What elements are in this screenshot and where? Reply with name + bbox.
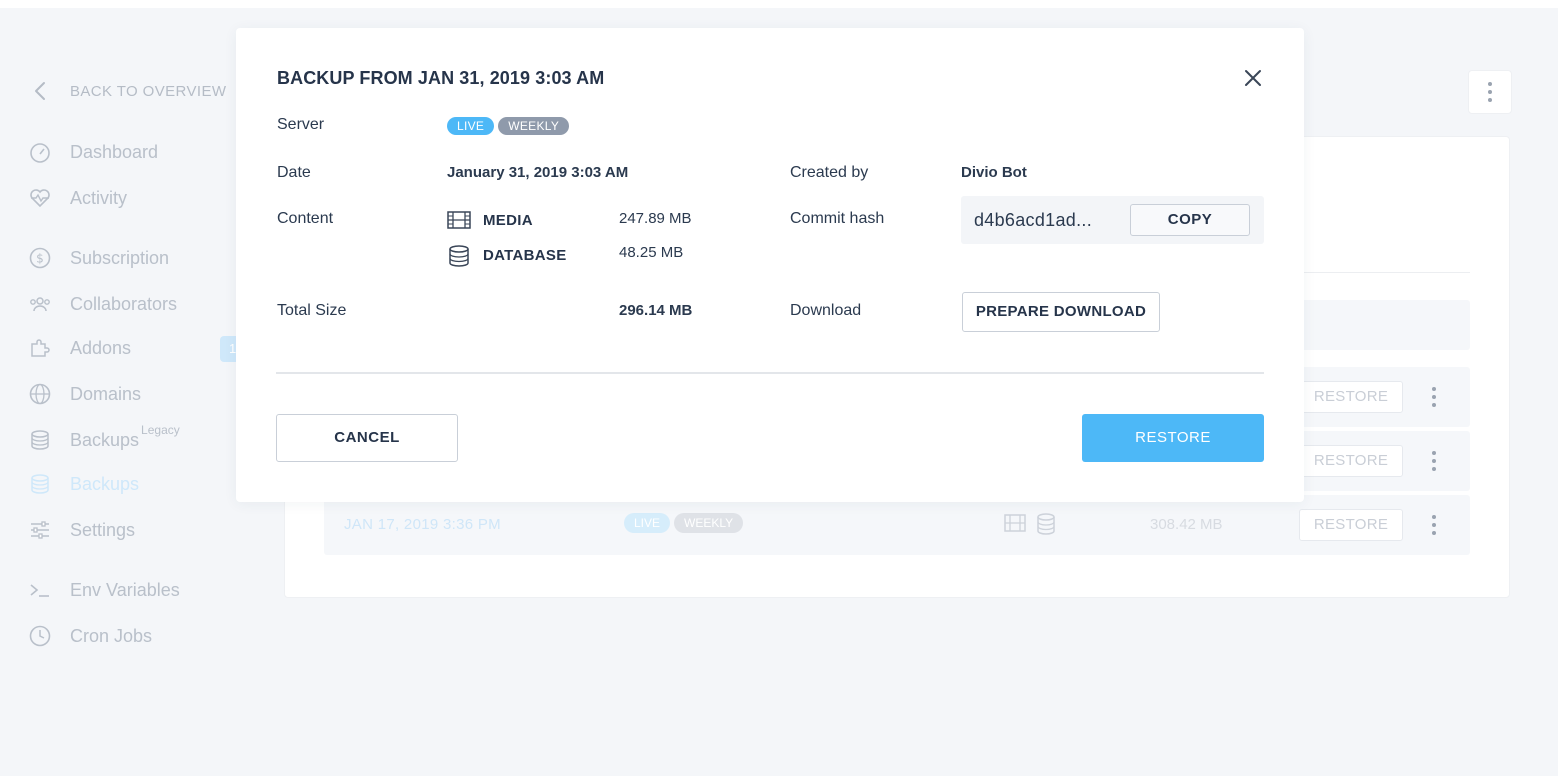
- date-label: Date: [277, 164, 311, 181]
- sidebar-item-dashboard[interactable]: Dashboard: [28, 140, 158, 164]
- sidebar-item-addons[interactable]: Addons: [28, 336, 131, 360]
- restore-button[interactable]: RESTORE: [1082, 414, 1264, 462]
- row-menu-button[interactable]: [1428, 383, 1440, 411]
- row-restore-button[interactable]: RESTORE: [1299, 445, 1403, 477]
- database-icon: [28, 428, 52, 452]
- cancel-button[interactable]: CANCEL: [276, 414, 458, 462]
- close-icon[interactable]: [1242, 67, 1264, 89]
- people-icon: [28, 292, 52, 316]
- sliders-icon: [28, 518, 52, 542]
- sidebar-item-subscription[interactable]: $ Subscription: [28, 246, 169, 270]
- schedule-weekly-tag: WEEKLY: [498, 117, 570, 135]
- server-label: Server: [277, 116, 325, 133]
- prepare-download-button[interactable]: PREPARE DOWNLOAD: [962, 292, 1160, 332]
- heartbeat-icon: [28, 186, 52, 210]
- database-item: DATABASE: [447, 244, 567, 267]
- row-restore-button[interactable]: RESTORE: [1299, 381, 1403, 413]
- database-size: 48.25 MB: [619, 244, 684, 261]
- media-label: MEDIA: [483, 211, 533, 229]
- svg-text:$: $: [36, 252, 44, 266]
- dollar-icon: $: [28, 246, 52, 270]
- row-restore-button[interactable]: RESTORE: [1299, 509, 1403, 541]
- copy-button[interactable]: COPY: [1130, 204, 1250, 236]
- speedometer-icon: [28, 140, 52, 164]
- row-menu-button[interactable]: [1428, 511, 1440, 539]
- server-tag: LIVE: [624, 513, 671, 533]
- schedule-tag: WEEKLY: [674, 513, 744, 533]
- total-size-value: 296.14 MB: [619, 302, 693, 319]
- globe-icon: [28, 382, 52, 406]
- sidebar-item-label: Collaborators: [70, 293, 178, 314]
- media-item: MEDIA: [447, 209, 533, 231]
- server-live-tag: LIVE: [447, 117, 495, 135]
- sidebar-item-label: Addons: [70, 337, 132, 358]
- kebab-icon: [1488, 82, 1492, 102]
- content-label: Content: [277, 210, 334, 227]
- commit-hash-label: Commit hash: [790, 210, 885, 227]
- backup-detail-modal: BACKUP FROM JAN 31, 2019 3:03 AM Server …: [236, 28, 1304, 502]
- created-by-value: Divio Bot: [961, 164, 1027, 181]
- database-label: DATABASE: [483, 246, 567, 264]
- sidebar-item-label: Settings: [70, 519, 136, 540]
- back-to-overview-link[interactable]: BACK TO OVERVIEW: [30, 80, 226, 102]
- legacy-superscript: Legacy: [141, 423, 180, 437]
- sidebar-item-backups-legacy[interactable]: Backups Legacy: [28, 423, 180, 452]
- commit-hash-value: d4b6acd1ad...: [974, 210, 1092, 230]
- table-row: JAN 17, 2019 3:36 PM LIVE WEEKLY 308.42 …: [324, 495, 1470, 555]
- total-size-label: Total Size: [277, 302, 347, 319]
- database-icon: [28, 472, 52, 496]
- sidebar-item-label: Dashboard: [70, 141, 159, 162]
- sidebar-item-label: Domains: [70, 383, 142, 404]
- created-by-label: Created by: [790, 164, 869, 181]
- row-date[interactable]: JAN 17, 2019 3:36 PM: [344, 516, 501, 533]
- film-icon: [447, 209, 471, 231]
- sidebar-item-cron-jobs[interactable]: Cron Jobs: [28, 624, 152, 648]
- sidebar-item-domains[interactable]: Domains: [28, 382, 141, 406]
- modal-title: BACKUP FROM JAN 31, 2019 3:03 AM: [277, 68, 605, 88]
- sidebar-item-settings[interactable]: Settings: [28, 518, 135, 542]
- commit-hash-box: d4b6acd1ad... COPY: [961, 196, 1264, 244]
- chevron-left-icon: [35, 82, 45, 100]
- sidebar-item-label: Activity: [70, 187, 128, 208]
- film-icon: [1004, 514, 1026, 532]
- puzzle-icon: [28, 336, 52, 360]
- database-icon: [447, 244, 471, 267]
- sidebar-item-label: Backups: [70, 429, 140, 450]
- row-size: 308.42 MB: [1150, 516, 1223, 533]
- sidebar: BACK TO OVERVIEW Dashboard Activity $ Su…: [0, 0, 240, 776]
- back-label: BACK TO OVERVIEW: [70, 82, 227, 100]
- sidebar-item-label: Backups: [70, 473, 140, 494]
- media-size: 247.89 MB: [619, 210, 692, 227]
- sidebar-item-env-variables[interactable]: Env Variables: [28, 578, 180, 602]
- sidebar-item-label: Env Variables: [70, 579, 180, 600]
- page-menu-button[interactable]: [1468, 70, 1512, 114]
- modal-divider: [276, 372, 1264, 374]
- sidebar-item-label: Subscription: [70, 247, 170, 268]
- sidebar-item-backups[interactable]: Backups: [28, 472, 139, 496]
- date-value: January 31, 2019 3:03 AM: [447, 164, 629, 181]
- terminal-icon: [28, 578, 52, 602]
- download-label: Download: [790, 302, 862, 319]
- database-icon: [1037, 513, 1055, 535]
- sidebar-item-label: Cron Jobs: [70, 625, 153, 646]
- row-menu-button[interactable]: [1428, 447, 1440, 475]
- sidebar-item-collaborators[interactable]: Collaborators: [28, 292, 177, 316]
- clock-icon: [28, 624, 52, 648]
- sidebar-item-activity[interactable]: Activity: [28, 186, 127, 210]
